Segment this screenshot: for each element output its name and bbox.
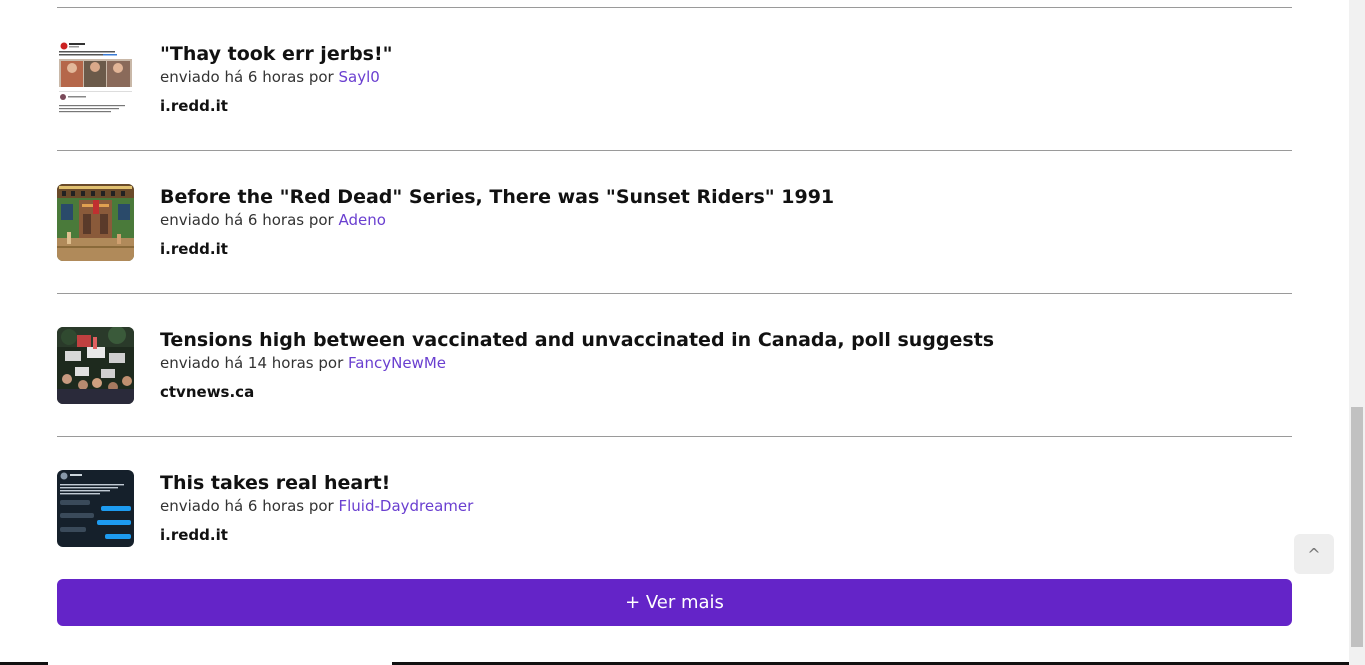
post-item: Tensions high between vaccinated and unv… — [57, 294, 1292, 436]
protest-crowd-thumbnail[interactable] — [57, 327, 134, 404]
post-body: This takes real heart! enviado há 6 hora… — [160, 471, 1292, 545]
post-meta-prefix: enviado há 6 horas por — [160, 68, 339, 86]
post-title[interactable]: Before the "Red Dead" Series, There was … — [160, 185, 1292, 209]
post-domain[interactable]: i.redd.it — [160, 239, 1292, 259]
page-viewport: "Thay took err jerbs!" enviado há 6 hora… — [0, 0, 1349, 665]
post-title[interactable]: "Thay took err jerbs!" — [160, 42, 1292, 66]
post-title[interactable]: Tensions high between vaccinated and unv… — [160, 328, 1292, 352]
post-meta-prefix: enviado há 6 horas por — [160, 211, 339, 229]
scrollbar-thumb[interactable] — [1351, 407, 1363, 647]
post-meta: enviado há 6 horas por Adeno — [160, 210, 1292, 230]
back-to-top-button[interactable]: ^ — [1294, 534, 1334, 574]
post-body: Before the "Red Dead" Series, There was … — [160, 185, 1292, 259]
post-meta: enviado há 6 horas por Sayl0 — [160, 67, 1292, 87]
post-body: "Thay took err jerbs!" enviado há 6 hora… — [160, 42, 1292, 116]
tweet-screenshot-thumbnail[interactable] — [57, 41, 134, 118]
post-title[interactable]: This takes real heart! — [160, 471, 1292, 495]
post-feed: "Thay took err jerbs!" enviado há 6 hora… — [57, 7, 1292, 579]
pixel-game-thumbnail[interactable] — [57, 184, 134, 261]
post-item: Before the "Red Dead" Series, There was … — [57, 151, 1292, 293]
post-meta-prefix: enviado há 6 horas por — [160, 497, 339, 515]
see-more-button[interactable]: + Ver mais — [57, 579, 1292, 626]
post-author-link[interactable]: Adeno — [338, 211, 385, 229]
post-item: "Thay took err jerbs!" enviado há 6 hora… — [57, 8, 1292, 150]
post-body: Tensions high between vaccinated and unv… — [160, 328, 1292, 402]
post-author-link[interactable]: FancyNewMe — [348, 354, 446, 372]
post-meta: enviado há 6 horas por Fluid-Daydreamer — [160, 496, 1292, 516]
chevron-up-icon: ^ — [1307, 544, 1321, 564]
post-domain[interactable]: i.redd.it — [160, 525, 1292, 545]
post-domain[interactable]: ctvnews.ca — [160, 382, 1292, 402]
vertical-scrollbar[interactable] — [1349, 0, 1365, 665]
post-author-link[interactable]: Sayl0 — [338, 68, 379, 86]
post-domain[interactable]: i.redd.it — [160, 96, 1292, 116]
dark-tweet-thumbnail[interactable] — [57, 470, 134, 547]
post-author-link[interactable]: Fluid-Daydreamer — [338, 497, 473, 515]
post-meta: enviado há 14 horas por FancyNewMe — [160, 353, 1292, 373]
post-item: This takes real heart! enviado há 6 hora… — [57, 437, 1292, 579]
post-meta-prefix: enviado há 14 horas por — [160, 354, 349, 372]
